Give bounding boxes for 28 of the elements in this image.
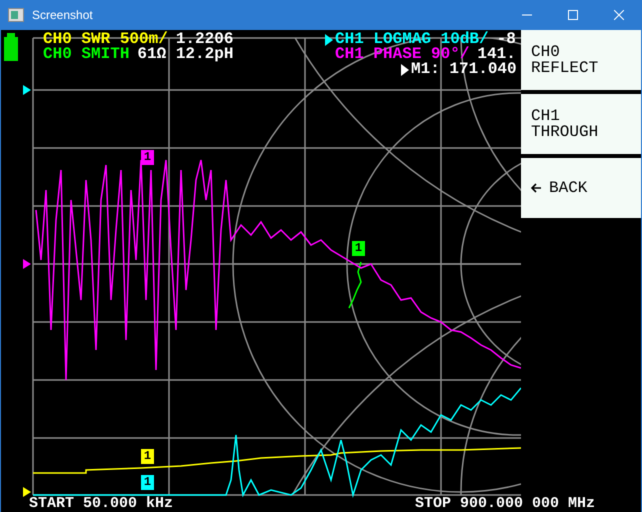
trace-label: CH1 LOGMAG 10dB/ [335,32,489,47]
trace-label: CH1 PHASE 90°/ [335,47,470,62]
menu-button[interactable]: BACK [521,158,641,218]
app-icon [8,8,24,22]
maximize-icon [568,10,578,20]
trace-value: 61Ω 12.2pH [137,47,234,62]
back-arrow-icon [531,183,541,193]
marker-pointer-icon [401,64,409,76]
reference-pointer-icon [23,85,31,95]
trace-value: -8 [496,32,516,47]
battery-icon [4,33,18,61]
trace-value: 141. [477,47,516,62]
window-title: Screenshot [32,8,93,22]
marker-flag: 1 [141,150,154,165]
trace-value: 1.2206 [176,32,234,47]
close-icon [614,10,624,20]
reference-pointer-icon [23,259,31,269]
trace-label: CH0 SMITH [43,47,130,62]
menu-button[interactable]: CH1 THROUGH [521,94,641,154]
start-frequency: START 50.000 kHz [29,497,174,511]
trace-label: CH0 SWR 500m/ [43,32,168,47]
menu-button[interactable]: CH0 REFLECT [521,30,641,90]
marker-flag: 1 [141,449,154,464]
marker-flag: 1 [352,241,365,256]
marker-flag: 1 [141,475,154,490]
reference-pointer-icon [23,487,31,497]
stop-frequency: STOP 900.000 000 MHz [415,497,596,511]
marker-readout: M1: 171.040 [411,62,517,77]
